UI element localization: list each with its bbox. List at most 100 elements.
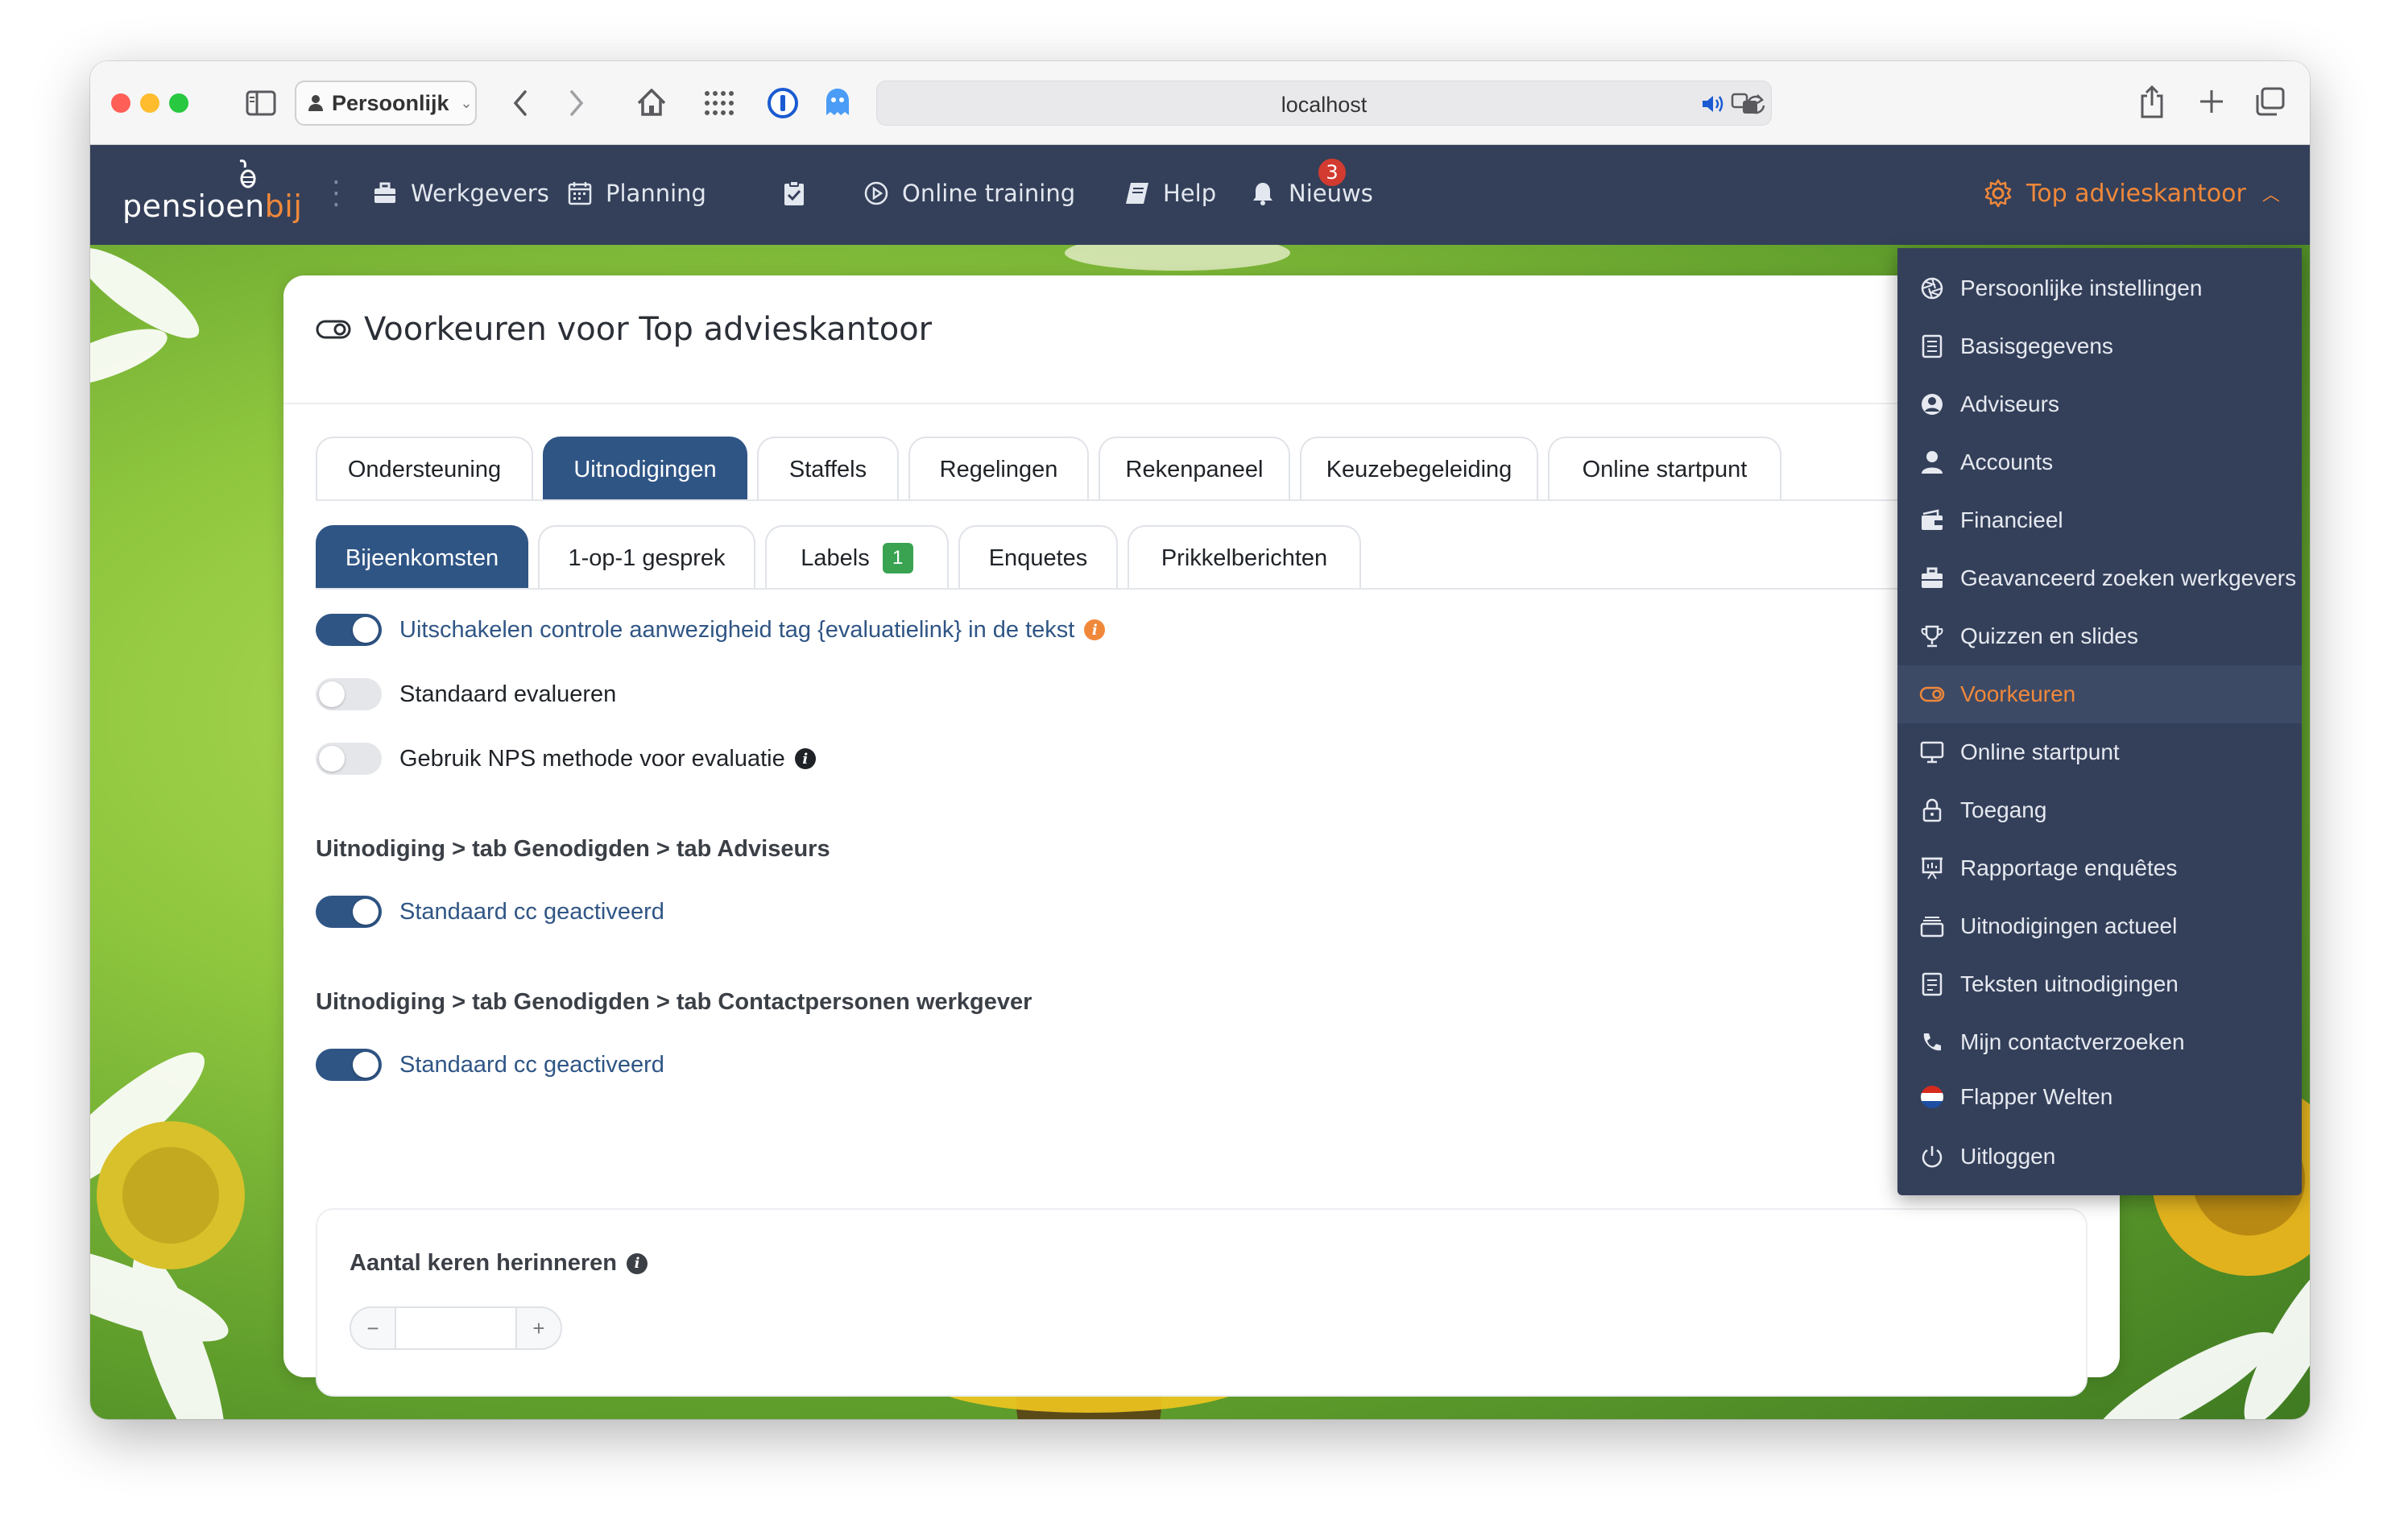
menu-item-adviseurs[interactable]: Adviseurs — [1897, 375, 2302, 433]
menu-item-flapper-welten[interactable]: Flapper Welten — [1897, 1068, 2302, 1126]
subtab-prikkelberichten[interactable]: Prikkelberichten — [1128, 525, 1361, 590]
menu-item-basisgegevens[interactable]: Basisgegevens — [1897, 317, 2302, 375]
toggle-icon — [316, 312, 351, 347]
close-window-button[interactable] — [111, 93, 130, 113]
more-vertical-icon[interactable]: ⋅ ⋅ ⋅ — [332, 169, 341, 219]
subtab-bijeenkomsten[interactable]: Bijeenkomsten — [316, 525, 528, 590]
password-manager-icon[interactable] — [765, 85, 801, 121]
tab-regelingen[interactable]: Regelingen — [908, 437, 1089, 501]
minimize-window-button[interactable] — [140, 93, 159, 113]
menu-item-label: Uitnodigingen actueel — [1960, 913, 2178, 938]
ghost-extension-icon[interactable] — [820, 84, 855, 121]
app-navbar: pensioenbij ⋅ ⋅ ⋅ Werkgevers Planning Onli… — [90, 145, 2310, 245]
nav-help[interactable]: Help — [1123, 174, 1216, 213]
toggle-cc-contactpersonen-label: Standaard cc geactiveerd — [399, 1051, 664, 1078]
document-icon — [1918, 333, 1946, 360]
menu-item-teksten-uitnodigingen[interactable]: Teksten uitnodigingen — [1897, 955, 2302, 1013]
person-icon — [308, 95, 323, 111]
profile-selector[interactable]: Persoonlijk ⌄ — [295, 81, 477, 126]
tab-staffels[interactable]: Staffels — [757, 437, 899, 501]
main-tabs: Ondersteuning Uitnodigingen Staffels Reg… — [316, 437, 1791, 501]
flag-nl-icon — [1918, 1083, 1946, 1111]
share-icon[interactable] — [2136, 82, 2168, 121]
home-icon[interactable] — [633, 84, 670, 121]
menu-item-label: Geavanceerd zoeken werkgevers — [1960, 565, 2297, 590]
tab-rekenpaneel[interactable]: Rekenpaneel — [1099, 437, 1290, 501]
menu-item-persoonlijke-instellingen[interactable]: Persoonlijke instellingen — [1897, 259, 2302, 317]
power-icon — [1918, 1143, 1946, 1170]
menu-item-contactverzoeken[interactable]: Mijn contactverzoeken — [1897, 1013, 2302, 1071]
nav-nieuws[interactable]: Nieuws — [1248, 174, 1373, 213]
menu-item-online-startpunt[interactable]: Online startpunt — [1897, 723, 2302, 781]
nav-online-training[interactable]: Online training — [862, 174, 1075, 213]
back-icon[interactable] — [504, 85, 536, 121]
tab-ondersteuning[interactable]: Ondersteuning — [316, 437, 533, 501]
menu-item-uitloggen[interactable]: Uitloggen — [1897, 1128, 2302, 1186]
account-menu-toggle[interactable]: Top advieskantoor ︿ — [1983, 174, 2280, 213]
preferences-card: Voorkeuren voor Top advieskantoor Onders… — [283, 275, 2120, 1397]
nav-planning[interactable]: Planning — [565, 174, 706, 213]
divider — [283, 403, 2120, 404]
labels-count-badge: 1 — [882, 543, 913, 573]
subtab-labels[interactable]: Labels 1 — [765, 525, 949, 590]
tab-keuzebegeleiding[interactable]: Keuzebegeleiding — [1300, 437, 1538, 501]
address-bar[interactable]: localhost — [876, 81, 1772, 126]
decrement-button[interactable]: − — [350, 1306, 396, 1350]
increment-button[interactable]: + — [515, 1306, 562, 1350]
reload-icon[interactable] — [1744, 93, 1768, 115]
menu-item-label: Flapper Welten — [1960, 1084, 2113, 1109]
menu-item-label: Quizzen en slides — [1960, 623, 2139, 648]
reminder-label: Aantal keren herinneren i — [350, 1250, 648, 1277]
subtab-enquetes[interactable]: Enquetes — [958, 525, 1118, 590]
menu-item-geavanceerd-zoeken[interactable]: Geavanceerd zoeken werkgevers — [1897, 549, 2302, 607]
tabs-divider — [316, 499, 2120, 501]
book-icon — [1123, 179, 1152, 208]
menu-item-label: Accounts — [1960, 449, 2054, 474]
chevron-up-icon: ︿ — [2261, 185, 2280, 205]
toggle-cc-contactpersonen[interactable] — [316, 1049, 382, 1081]
reminder-stepper: − + — [350, 1306, 562, 1350]
apps-grid-icon[interactable] — [701, 85, 736, 121]
menu-item-accounts[interactable]: Accounts — [1897, 433, 2302, 491]
tab-overview-icon[interactable] — [2252, 85, 2287, 118]
info-icon[interactable]: i — [794, 748, 816, 769]
app-logo[interactable]: pensioenbij — [122, 188, 302, 224]
toggle-nps[interactable] — [316, 743, 382, 775]
menu-item-label: Rapportage enquêtes — [1960, 855, 2178, 880]
trophy-icon — [1918, 623, 1946, 650]
account-label: Top advieskantoor — [2026, 179, 2246, 208]
toggle-standaard-evalueren[interactable] — [316, 678, 382, 710]
tab-online-startpunt[interactable]: Online startpunt — [1548, 437, 1781, 501]
browser-window: Persoonlijk ⌄ localhost pensioenbij ⋅ ⋅ … — [90, 61, 2310, 1419]
inbox-icon — [1918, 913, 1946, 940]
subtab-labels-text: Labels — [801, 544, 870, 571]
account-dropdown-menu: Persoonlijke instellingen Basisgegevens … — [1897, 248, 2302, 1195]
tab-uitnodigingen[interactable]: Uitnodigingen — [543, 437, 747, 501]
forward-icon[interactable] — [561, 85, 593, 121]
menu-item-rapportage[interactable]: Rapportage enquêtes — [1897, 839, 2302, 897]
toggle-evaluatielink[interactable] — [316, 614, 382, 646]
wallet-icon — [1918, 507, 1946, 534]
subtab-1op1-gesprek[interactable]: 1-op-1 gesprek — [538, 525, 755, 590]
nav-werkgevers[interactable]: Werkgevers — [370, 174, 549, 213]
news-count-badge: 3 — [1316, 156, 1348, 188]
menu-item-label: Toegang — [1960, 797, 2047, 822]
info-icon[interactable]: i — [1084, 619, 1106, 640]
aperture-icon — [1918, 275, 1946, 302]
sidebar-toggle-icon[interactable] — [245, 87, 277, 119]
info-icon[interactable]: i — [627, 1252, 648, 1274]
toggle-nps-label: Gebruik NPS methode voor evaluatie — [399, 745, 785, 772]
speaker-icon[interactable] — [1700, 93, 1726, 115]
menu-item-quizzen[interactable]: Quizzen en slides — [1897, 607, 2302, 665]
toggle-cc-adviseurs[interactable] — [316, 896, 382, 928]
new-tab-icon[interactable] — [2195, 85, 2228, 118]
menu-item-label: Teksten uitnodigingen — [1960, 971, 2179, 996]
menu-item-financieel[interactable]: Financieel — [1897, 491, 2302, 549]
zoom-window-button[interactable] — [169, 93, 188, 113]
menu-item-uitnodigingen-actueel[interactable]: Uitnodigingen actueel — [1897, 897, 2302, 955]
reminder-count-input[interactable] — [396, 1306, 515, 1350]
nav-planning-label: Planning — [606, 180, 706, 207]
nav-tasks[interactable] — [780, 174, 820, 213]
menu-item-toegang[interactable]: Toegang — [1897, 781, 2302, 839]
menu-item-voorkeuren[interactable]: Voorkeuren — [1897, 665, 2302, 723]
